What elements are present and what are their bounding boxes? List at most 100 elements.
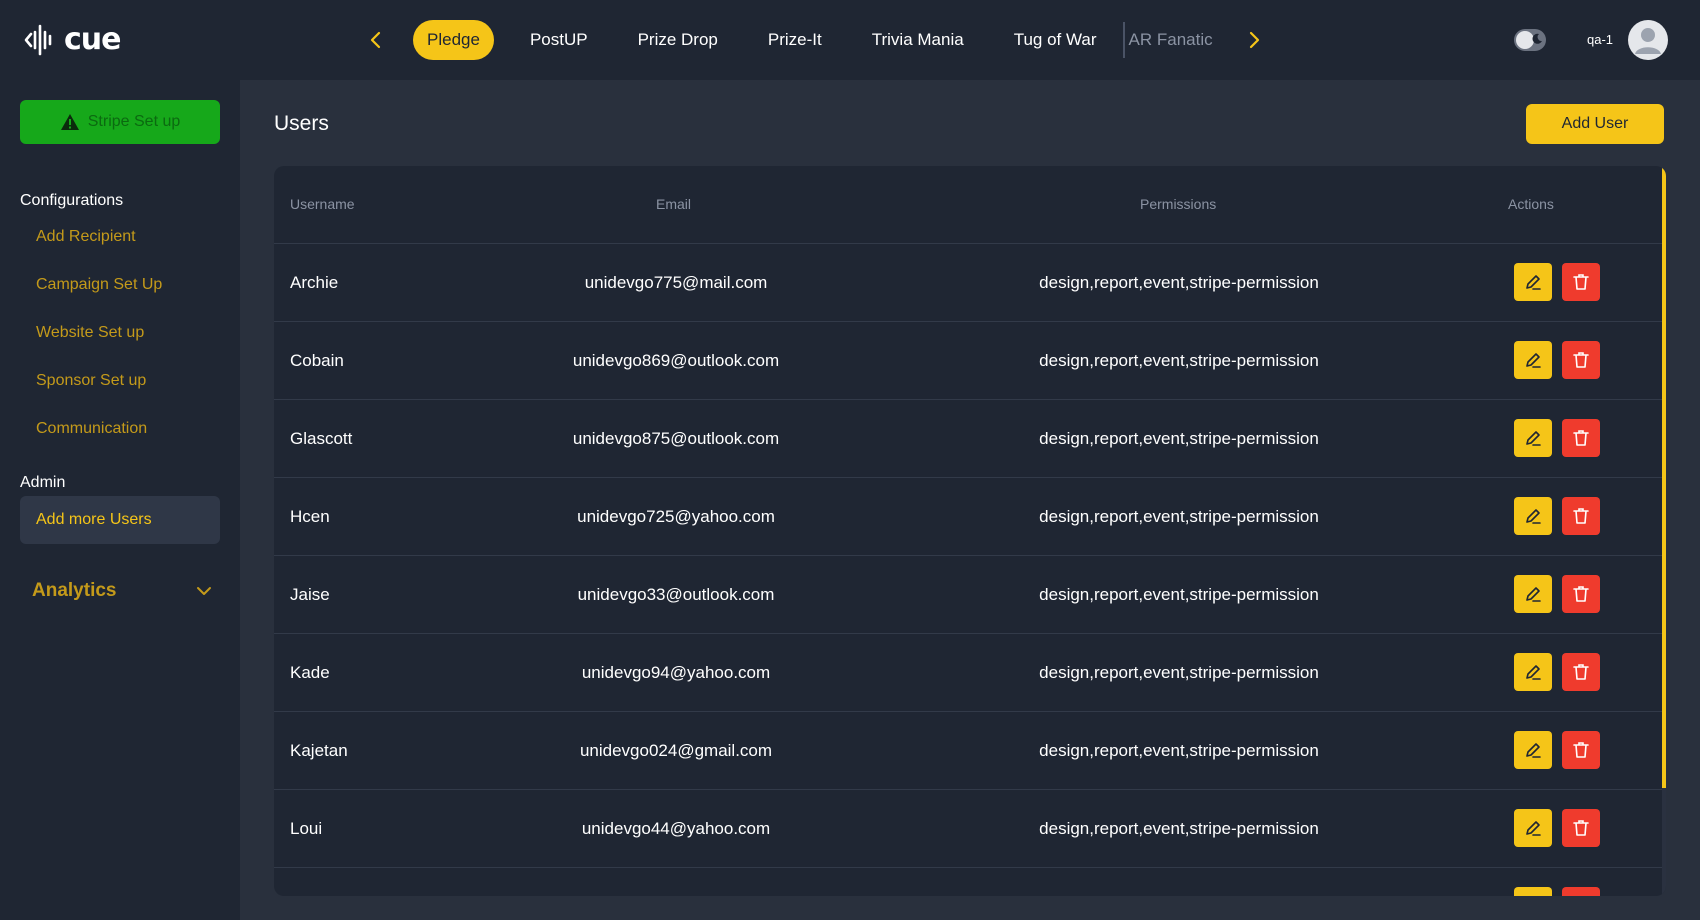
add-user-button[interactable]: Add User <box>1526 104 1664 144</box>
edit-button[interactable] <box>1514 809 1552 847</box>
edit-button[interactable] <box>1514 263 1552 301</box>
trash-icon <box>1573 508 1589 524</box>
edit-button[interactable] <box>1514 341 1552 379</box>
delete-button[interactable] <box>1562 809 1600 847</box>
tab-prize-drop[interactable]: Prize Drop <box>624 20 732 60</box>
cell-username: Jaise <box>290 585 330 604</box>
warning-triangle-icon <box>60 114 79 130</box>
delete-button[interactable] <box>1562 263 1600 301</box>
tab-pledge[interactable]: Pledge <box>413 20 494 60</box>
main-content: Users Add User Username Email Permission… <box>240 80 1700 920</box>
row-actions <box>1514 653 1600 691</box>
cell-email-value: unidevgo775@mail.com <box>584 273 768 292</box>
cell-email-value: unidevgo725@yahoo.com <box>577 507 775 526</box>
edit-button[interactable] <box>1514 653 1552 691</box>
page-title: Users <box>274 112 329 135</box>
trash-icon <box>1573 352 1589 368</box>
tab-ar-fanatic[interactable]: AR Fanatic <box>1115 20 1215 60</box>
edit-button[interactable] <box>1514 731 1552 769</box>
trash-icon <box>1573 820 1589 836</box>
cell-email-value: unidevgo33@outlook.com <box>577 585 775 604</box>
chevron-right-icon <box>1249 31 1260 49</box>
theme-toggle[interactable] <box>1514 29 1546 51</box>
tab-prize-it[interactable]: Prize-It <box>754 20 836 60</box>
trash-icon <box>1573 274 1589 290</box>
delete-button[interactable] <box>1562 575 1600 613</box>
edit-button[interactable] <box>1514 575 1552 613</box>
cell-permissions-value: design,report,event,stripe-permission <box>1039 273 1319 292</box>
chevron-left-icon <box>370 31 381 49</box>
user-avatar-icon <box>1635 28 1661 54</box>
delete-button[interactable] <box>1562 419 1600 457</box>
stripe-setup-button[interactable]: Stripe Set up <box>20 100 220 144</box>
edit-button[interactable] <box>1514 887 1552 896</box>
cell-username: Kajetan <box>290 741 348 760</box>
row-actions <box>1514 341 1600 379</box>
trash-icon <box>1573 664 1589 680</box>
sidebar-item-add-recipient[interactable]: Add Recipient <box>36 228 136 246</box>
users-table: Username Email Permissions Actions Archi… <box>274 166 1666 896</box>
chevron-down-icon <box>197 587 211 595</box>
configurations-heading: Configurations <box>20 192 124 209</box>
sidebar-item-communication[interactable]: Communication <box>36 420 147 438</box>
analytics-label: Analytics <box>32 580 117 601</box>
row-actions <box>1514 497 1600 535</box>
row-actions <box>1514 809 1600 847</box>
moon-icon <box>1532 33 1542 44</box>
cell-permissions-value: design,report,event,stripe-permission <box>1039 819 1319 838</box>
cell-email-value: unidevgo94@yahoo.com <box>581 663 771 682</box>
edit-button[interactable] <box>1514 419 1552 457</box>
edit-button[interactable] <box>1514 497 1552 535</box>
cell-permissions-value: design,report,event,stripe-permission <box>1039 351 1319 370</box>
delete-button[interactable] <box>1562 653 1600 691</box>
app-logo[interactable]: cue <box>24 22 121 57</box>
table-row: Glascott unidevgo875@outlook.com design,… <box>274 400 1662 478</box>
pencil-icon <box>1526 587 1541 602</box>
user-avatar[interactable] <box>1628 20 1668 60</box>
pencil-icon <box>1526 431 1541 446</box>
sidebar-item-sponsor-setup[interactable]: Sponsor Set up <box>36 372 146 390</box>
cell-permissions-value: design,report,event,stripe-permission <box>1039 507 1319 526</box>
row-actions <box>1514 887 1600 896</box>
sidebar-item-add-more-users[interactable]: Add more Users <box>20 496 220 544</box>
pencil-icon <box>1526 509 1541 524</box>
stripe-setup-label: Stripe Set up <box>87 113 181 130</box>
delete-button[interactable] <box>1562 341 1600 379</box>
cell-permissions-value: design,report,event,stripe-permission <box>1039 663 1319 682</box>
sidebar-item-website-setup[interactable]: Website Set up <box>36 324 144 342</box>
cell-email-value: unidevgo44@yahoo.com <box>581 819 771 838</box>
delete-button[interactable] <box>1562 497 1600 535</box>
cell-username: Loui <box>290 819 323 838</box>
row-actions <box>1514 731 1600 769</box>
logo-text: cue <box>64 22 121 57</box>
sidebar-item-campaign-setup[interactable]: Campaign Set Up <box>36 276 162 294</box>
cell-permissions-value: design,report,event,stripe-permission <box>1039 585 1319 604</box>
tab-postup[interactable]: PostUP <box>516 20 602 60</box>
tab-tug-of-war[interactable]: Tug of War <box>1000 20 1111 60</box>
pencil-icon <box>1526 743 1541 758</box>
analytics-toggle[interactable]: Analytics <box>32 580 212 602</box>
table-row: Loui unidevgo44@yahoo.com design,report,… <box>274 790 1662 868</box>
pencil-icon <box>1526 275 1541 290</box>
cell-username: Hcen <box>290 507 330 526</box>
game-tabs: Pledge PostUP Prize Drop Prize-It Trivia… <box>413 20 1215 60</box>
trash-icon <box>1573 742 1589 758</box>
tabs-prev-button[interactable] <box>364 26 388 54</box>
user-name-label: qa-1 <box>1587 32 1614 47</box>
cell-email-value: unidevgo875@outlook.com <box>572 429 780 448</box>
tabs-next-button[interactable] <box>1242 26 1266 54</box>
sidebar: Stripe Set up Configurations Add Recipie… <box>0 80 240 920</box>
delete-button[interactable] <box>1562 731 1600 769</box>
cell-email-value: unidevgo869@outlook.com <box>572 351 780 370</box>
table-row: Kajetan unidevgo024@gmail.com design,rep… <box>274 712 1662 790</box>
table-header: Username Email Permissions Actions <box>274 166 1662 244</box>
pencil-icon <box>1526 353 1541 368</box>
tab-trivia-mania[interactable]: Trivia Mania <box>858 20 978 60</box>
table-scrollbar[interactable] <box>1662 166 1666 896</box>
header-permissions: Permissions <box>1140 196 1217 212</box>
scrollbar-thumb[interactable] <box>1662 166 1666 788</box>
cell-username: Glascott <box>290 429 353 448</box>
delete-button[interactable] <box>1562 887 1600 896</box>
table-row: Cobain unidevgo869@outlook.com design,re… <box>274 322 1662 400</box>
table-row: Jaise unidevgo33@outlook.com design,repo… <box>274 556 1662 634</box>
